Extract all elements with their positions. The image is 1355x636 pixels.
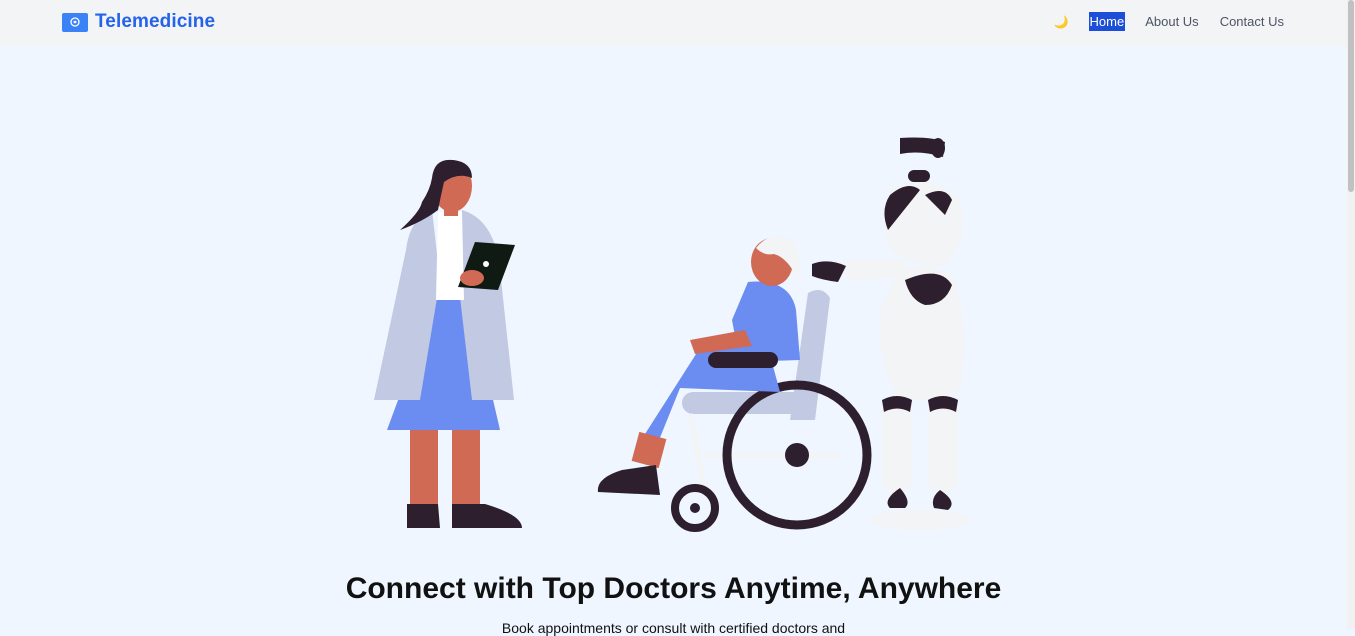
brand-name: Telemedicine — [95, 11, 216, 32]
page-scrollbar[interactable] — [1347, 0, 1355, 629]
robot-figure — [812, 137, 970, 530]
nav-link-home[interactable]: Home — [1088, 12, 1126, 31]
theme-toggle-moon-icon[interactable]: 🌙 — [1054, 15, 1069, 29]
brand-link[interactable]: Telemedicine — [62, 11, 215, 33]
doctor-figure — [374, 159, 522, 528]
brand-logo-icon — [62, 12, 88, 32]
nav-links: 🌙 Home About Us Contact Us — [1054, 12, 1285, 31]
scrollbar-thumb[interactable] — [1348, 0, 1354, 192]
hero-illustration — [374, 137, 970, 532]
nav-link-contact-us[interactable]: Contact Us — [1219, 12, 1285, 31]
hero-heading: Connect with Top Doctors Anytime, Anywhe… — [345, 572, 1002, 605]
nav-link-about-us[interactable]: About Us — [1144, 12, 1199, 31]
hero-subheading: Book appointments or consult with certif… — [501, 620, 846, 636]
navbar: Telemedicine 🌙 Home About Us Contact Us — [0, 0, 1347, 46]
